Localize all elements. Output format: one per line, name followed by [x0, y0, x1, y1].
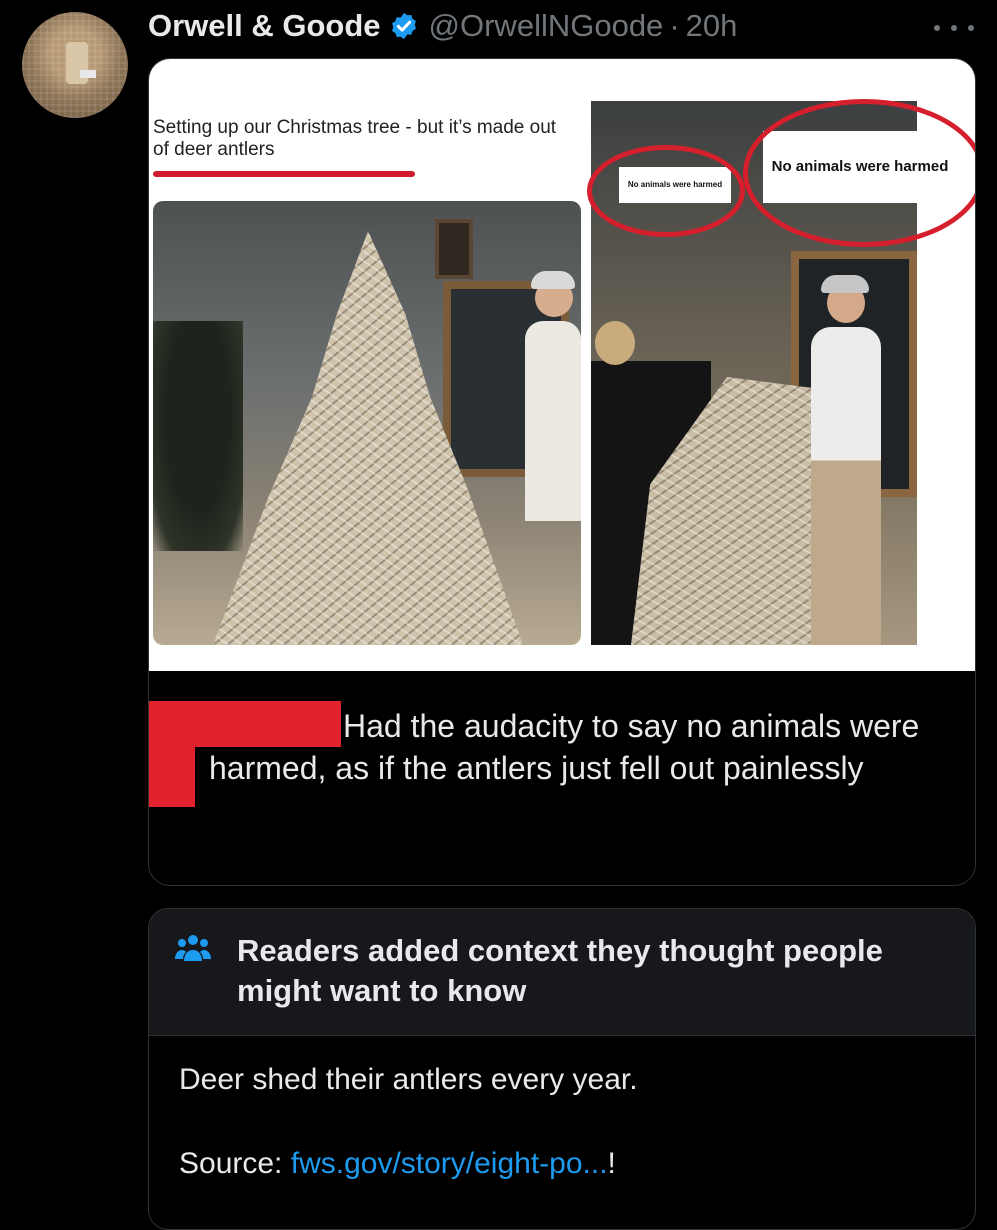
person-hair	[595, 321, 635, 365]
more-dot	[934, 25, 940, 31]
source-label: Source:	[179, 1147, 291, 1180]
meme-caption-area: Had the audacity to say no animals were …	[149, 671, 975, 885]
post-time[interactable]: 20h	[686, 8, 738, 44]
community-note-title: Readers added context they thought peopl…	[237, 933, 883, 1008]
red-redaction-mark	[149, 701, 195, 807]
photo-frame	[435, 219, 473, 279]
more-dot	[951, 25, 957, 31]
person	[811, 275, 881, 645]
source-suffix: !	[607, 1147, 616, 1180]
more-dot	[968, 25, 974, 31]
community-note-body: Deer shed their antlers every year.	[179, 1063, 638, 1096]
community-note[interactable]: Readers added context they thought peopl…	[148, 908, 976, 1230]
red-circle-big	[743, 99, 975, 247]
more-dots-icon[interactable]	[934, 18, 974, 38]
antler-tree-photo-left	[153, 201, 581, 645]
red-circle-small	[587, 145, 745, 237]
person-cap	[531, 271, 575, 289]
avatar[interactable]	[22, 12, 128, 118]
author-handle[interactable]: @OrwellNGoode	[429, 8, 664, 44]
photo-plant	[153, 321, 243, 551]
people-icon	[175, 935, 211, 961]
meme-image: Setting up our Christmas tree - but it’s…	[149, 59, 975, 671]
red-underline	[153, 171, 415, 177]
author-name[interactable]: Orwell & Goode	[148, 8, 381, 44]
source-link[interactable]: fws.gov/story/eight-po...	[291, 1147, 608, 1180]
embedded-tweet-text: Setting up our Christmas tree - but it’s…	[153, 117, 557, 160]
person	[525, 271, 581, 521]
person-cap	[821, 275, 869, 293]
verified-badge-icon	[391, 12, 416, 40]
community-note-source: Source: fws.gov/story/eight-po...!	[179, 1145, 949, 1183]
community-note-header: Readers added context they thought peopl…	[149, 909, 975, 1036]
post-media[interactable]: Setting up our Christmas tree - but it’s…	[148, 58, 976, 886]
separator-dot: ·	[669, 8, 680, 43]
avatar-detail	[80, 70, 96, 78]
meme-caption: Had the audacity to say no animals were …	[209, 708, 920, 786]
tweet-header: Orwell & Goode @OrwellNGoode · 20h	[148, 4, 737, 48]
